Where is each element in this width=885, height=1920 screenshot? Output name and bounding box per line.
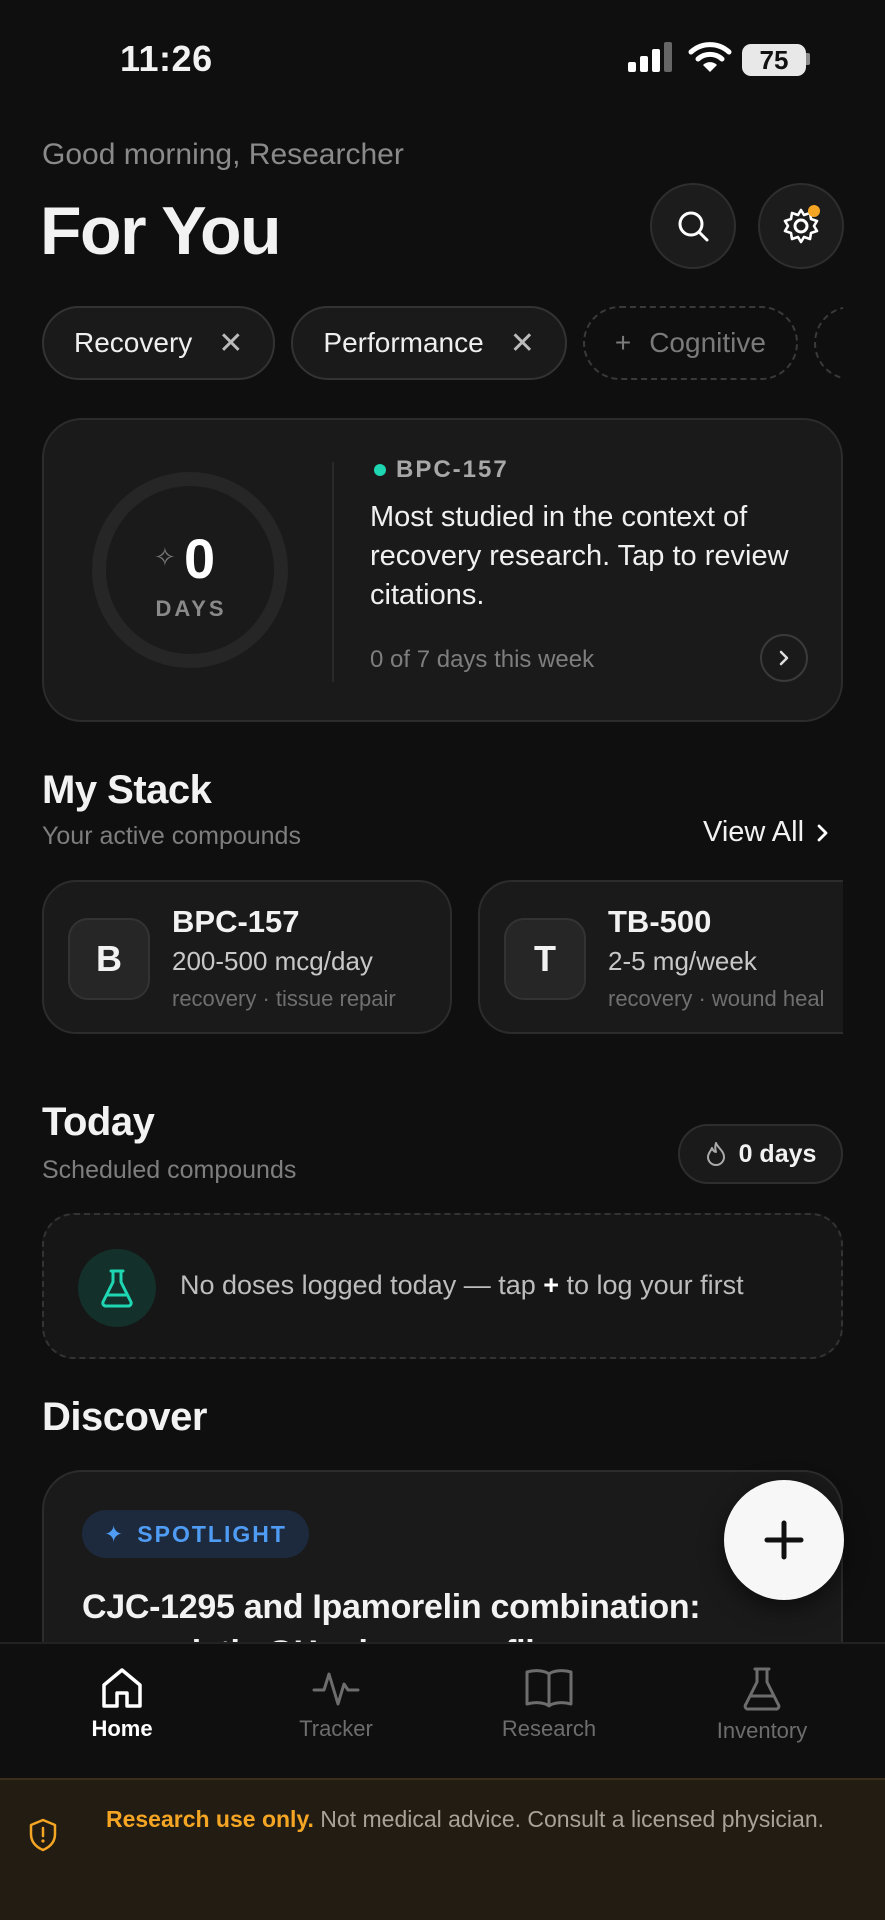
- plus-icon: [764, 1520, 804, 1560]
- stack-card-tb500[interactable]: T TB-500 2-5 mg/week recovery · wound he…: [478, 880, 843, 1034]
- activity-icon: [312, 1672, 360, 1706]
- nav-label: Tracker: [299, 1716, 373, 1741]
- compound-avatar: B: [68, 918, 150, 1000]
- filter-chips: Recovery ✕ Performance ✕ + Cognitive +: [42, 306, 843, 380]
- nav-tracker[interactable]: Tracker: [236, 1666, 436, 1742]
- chip-label: Cognitive: [649, 327, 766, 358]
- stack-card-bpc157[interactable]: B BPC-157 200-500 mcg/day recovery · tis…: [42, 880, 452, 1034]
- chevron-right-icon: [779, 650, 789, 666]
- streak-pill-label: 0 days: [738, 1139, 817, 1168]
- status-time: 11:26: [120, 38, 213, 79]
- empty-doses-text: No doses logged today — tap + to log you…: [180, 1270, 744, 1300]
- stack-carousel[interactable]: B BPC-157 200-500 mcg/day recovery · tis…: [42, 880, 843, 1034]
- nav-label: Inventory: [716, 1718, 808, 1743]
- plus-icon: +: [614, 327, 632, 358]
- shield-alert-icon: [29, 1818, 57, 1852]
- chip-label: Recovery: [74, 327, 193, 358]
- section-subtitle-today: Scheduled compounds: [42, 1156, 297, 1184]
- card-arrow-button[interactable]: [760, 634, 808, 682]
- battery-nub: [806, 53, 810, 65]
- chip-recovery[interactable]: Recovery ✕: [42, 306, 276, 380]
- nav-inventory[interactable]: Inventory: [662, 1666, 862, 1744]
- greeting-text: Good morning, Researcher: [42, 138, 404, 171]
- home-icon: [102, 1668, 142, 1708]
- streak-card[interactable]: ✧ 0 DAYS BPC-157 Most studied in the con…: [42, 418, 843, 722]
- wifi-icon: [688, 42, 732, 72]
- search-icon: [678, 211, 709, 242]
- nav-label: Home: [91, 1716, 153, 1741]
- nav-label: Research: [501, 1716, 597, 1741]
- disclaimer-banner: Research use only. Not medical advice. C…: [0, 1778, 885, 1920]
- nav-research[interactable]: Research: [449, 1666, 649, 1742]
- close-icon[interactable]: ✕: [218, 326, 243, 361]
- empty-doses-card[interactable]: No doses logged today — tap + to log you…: [42, 1213, 843, 1359]
- chip-label: Performance: [323, 327, 484, 358]
- flask-icon: [743, 1667, 781, 1711]
- nav-home[interactable]: Home: [22, 1666, 222, 1742]
- flame-icon: [706, 1142, 725, 1166]
- chip-cognitive[interactable]: + Cognitive: [582, 306, 798, 380]
- book-icon: [525, 1669, 573, 1708]
- view-all-label: View All: [703, 816, 805, 848]
- spotlight-label: SPOTLIGHT: [137, 1520, 287, 1547]
- section-subtitle-stack: Your active compounds: [42, 822, 301, 850]
- compound-tag: BPC-157: [396, 456, 509, 483]
- sparkle-icon: ✦: [104, 1520, 126, 1547]
- compound-avatar: T: [504, 918, 586, 1000]
- disclaimer-text: Research use only. Not medical advice. C…: [105, 1806, 825, 1832]
- card-divider: [332, 462, 334, 682]
- spotlight-badge: ✦ SPOTLIGHT: [82, 1510, 309, 1558]
- streak-count: 0: [184, 527, 216, 590]
- sparkle-icon: ✧: [154, 542, 176, 572]
- streak-pill[interactable]: 0 days: [678, 1124, 843, 1184]
- settings-button[interactable]: [758, 183, 844, 269]
- week-progress: 0 of 7 days this week: [370, 646, 595, 673]
- card-description: Most studied in the context of recovery …: [370, 501, 789, 611]
- compound-name: BPC-157: [172, 904, 300, 939]
- add-dose-button[interactable]: [724, 1480, 844, 1600]
- search-button[interactable]: [650, 183, 736, 269]
- bottom-nav: Home Tracker Research Inventory: [0, 1642, 885, 1778]
- section-title-stack: My Stack: [42, 768, 212, 812]
- chip-add-more[interactable]: +: [813, 306, 843, 380]
- compound-tags: recovery · tissue repair: [172, 986, 396, 1011]
- cellular-signal-icon: [628, 42, 672, 72]
- compound-dose: 2-5 mg/week: [608, 946, 757, 976]
- chevron-right-icon: [817, 824, 828, 841]
- flask-icon: [101, 1269, 133, 1308]
- view-all-link[interactable]: View All: [703, 816, 832, 849]
- status-dot: [374, 464, 386, 476]
- streak-unit: DAYS: [155, 596, 227, 621]
- notification-dot: [808, 205, 820, 217]
- chip-performance[interactable]: Performance ✕: [291, 306, 567, 380]
- section-title-today: Today: [42, 1100, 155, 1144]
- page-title: For You: [40, 193, 282, 269]
- flask-badge: [78, 1249, 156, 1327]
- compound-dose: 200-500 mcg/day: [172, 946, 373, 976]
- battery-indicator: 75: [742, 44, 806, 76]
- compound-name: TB-500: [608, 904, 712, 939]
- compound-tags: recovery · wound heal: [608, 986, 825, 1011]
- section-title-discover: Discover: [42, 1395, 207, 1439]
- close-icon[interactable]: ✕: [510, 326, 535, 361]
